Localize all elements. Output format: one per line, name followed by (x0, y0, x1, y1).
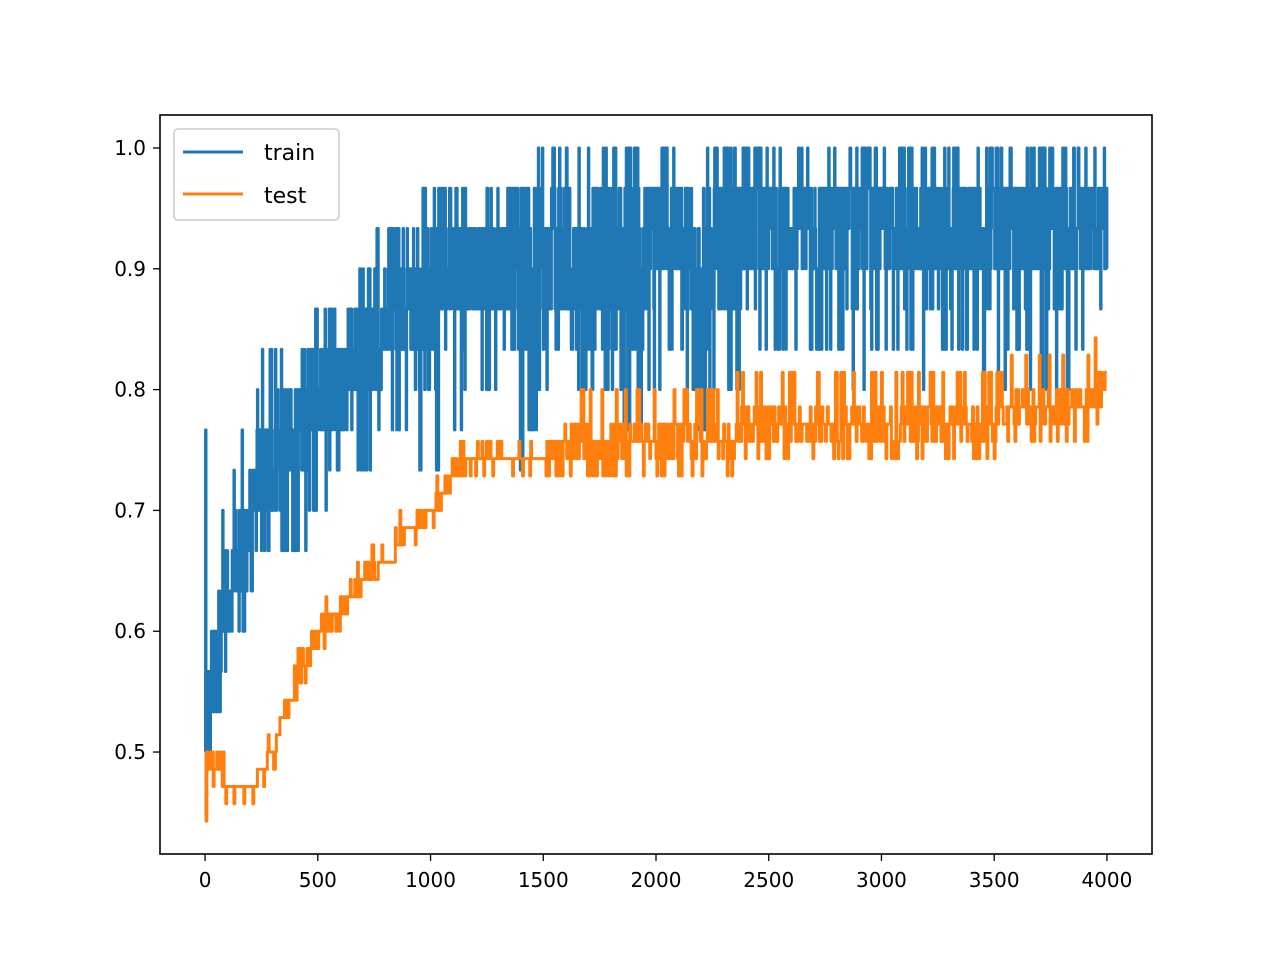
x-tick-label: 4000 (1081, 868, 1132, 892)
x-tick-label: 2500 (743, 868, 794, 892)
x-tick-label: 0 (199, 868, 212, 892)
legend-label-test: test (264, 184, 307, 209)
legend: train test (173, 128, 340, 221)
y-tick-label: 0.8 (114, 378, 146, 402)
legend-label-train: train (264, 141, 315, 166)
y-tick-label: 0.9 (114, 257, 146, 281)
x-tick-label: 3500 (969, 868, 1020, 892)
x-tick-label: 3000 (856, 868, 907, 892)
chart: 0 500 1000 1500 2000 2500 3000 3500 4000 0.5 0.6 0… (0, 0, 1280, 960)
x-tick-label: 1000 (405, 868, 456, 892)
x-tick-label: 1500 (518, 868, 569, 892)
y-tick-label: 0.6 (114, 619, 146, 643)
y-tick-label: 0.7 (114, 498, 146, 522)
y-tick-label: 0.5 (114, 740, 146, 764)
x-tick-label: 2000 (631, 868, 682, 892)
x-tick-label: 500 (299, 868, 337, 892)
y-tick-label: 1.0 (114, 136, 146, 160)
